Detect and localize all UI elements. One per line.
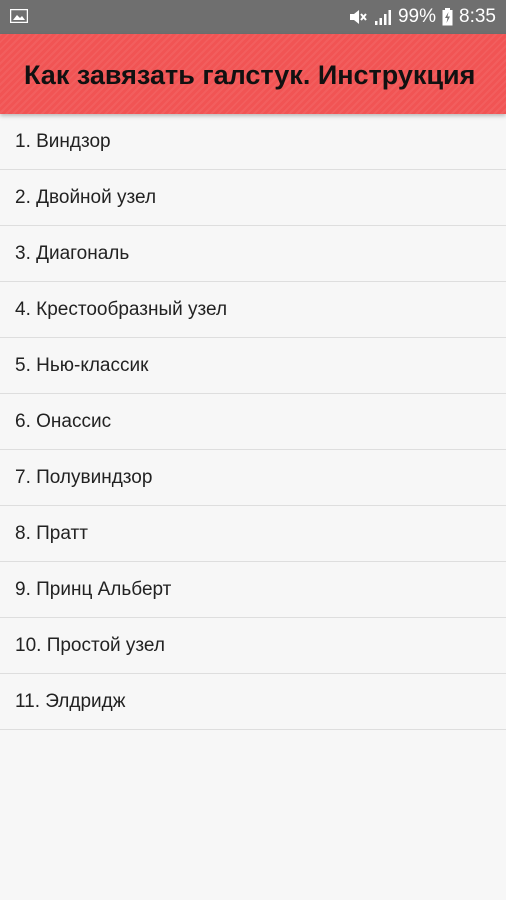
list-item-label: 4. Крестообразный узел [15, 298, 228, 320]
list-item-label: 7. Полувиндзор [15, 466, 153, 488]
list-item[interactable]: 5. Нью-классик [0, 338, 506, 394]
gallery-icon [9, 8, 29, 24]
status-bar: 99% 8:35 [0, 0, 506, 34]
list-item[interactable]: 11. Элдридж [0, 674, 506, 730]
list-item-label: 1. Виндзор [15, 130, 111, 152]
list-item-label: 11. Элдридж [15, 690, 126, 712]
app-bar: Как завязать галстук. Инструкция [0, 34, 506, 114]
list-item[interactable]: 2. Двойной узел [0, 170, 506, 226]
list-item-label: 5. Нью-классик [15, 354, 149, 376]
list-item-label: 9. Принц Альберт [15, 578, 172, 600]
mute-icon [348, 8, 368, 26]
list-item[interactable]: 10. Простой узел [0, 618, 506, 674]
list-item[interactable]: 9. Принц Альберт [0, 562, 506, 618]
list-item-label: 6. Онассис [15, 410, 112, 432]
status-icons: 99% 8:35 [348, 0, 496, 34]
list-item-label: 8. Пратт [15, 522, 88, 544]
page-title: Как завязать галстук. Инструкция [24, 60, 476, 90]
knot-list: 1. Виндзор 2. Двойной узел 3. Диагональ … [0, 114, 506, 730]
list-item-label: 10. Простой узел [15, 634, 165, 656]
list-item[interactable]: 4. Крестообразный узел [0, 282, 506, 338]
list-item[interactable]: 3. Диагональ [0, 226, 506, 282]
battery-charging-icon [442, 8, 453, 26]
list-item-label: 3. Диагональ [15, 242, 130, 264]
list-item-label: 2. Двойной узел [15, 186, 157, 208]
clock: 8:35 [459, 6, 496, 27]
list-item[interactable]: 6. Онассис [0, 394, 506, 450]
list-item[interactable]: 8. Пратт [0, 506, 506, 562]
list-item[interactable]: 7. Полувиндзор [0, 450, 506, 506]
list-item[interactable]: 1. Виндзор [0, 114, 506, 170]
signal-icon [374, 8, 392, 26]
battery-percent: 99% [397, 6, 437, 27]
